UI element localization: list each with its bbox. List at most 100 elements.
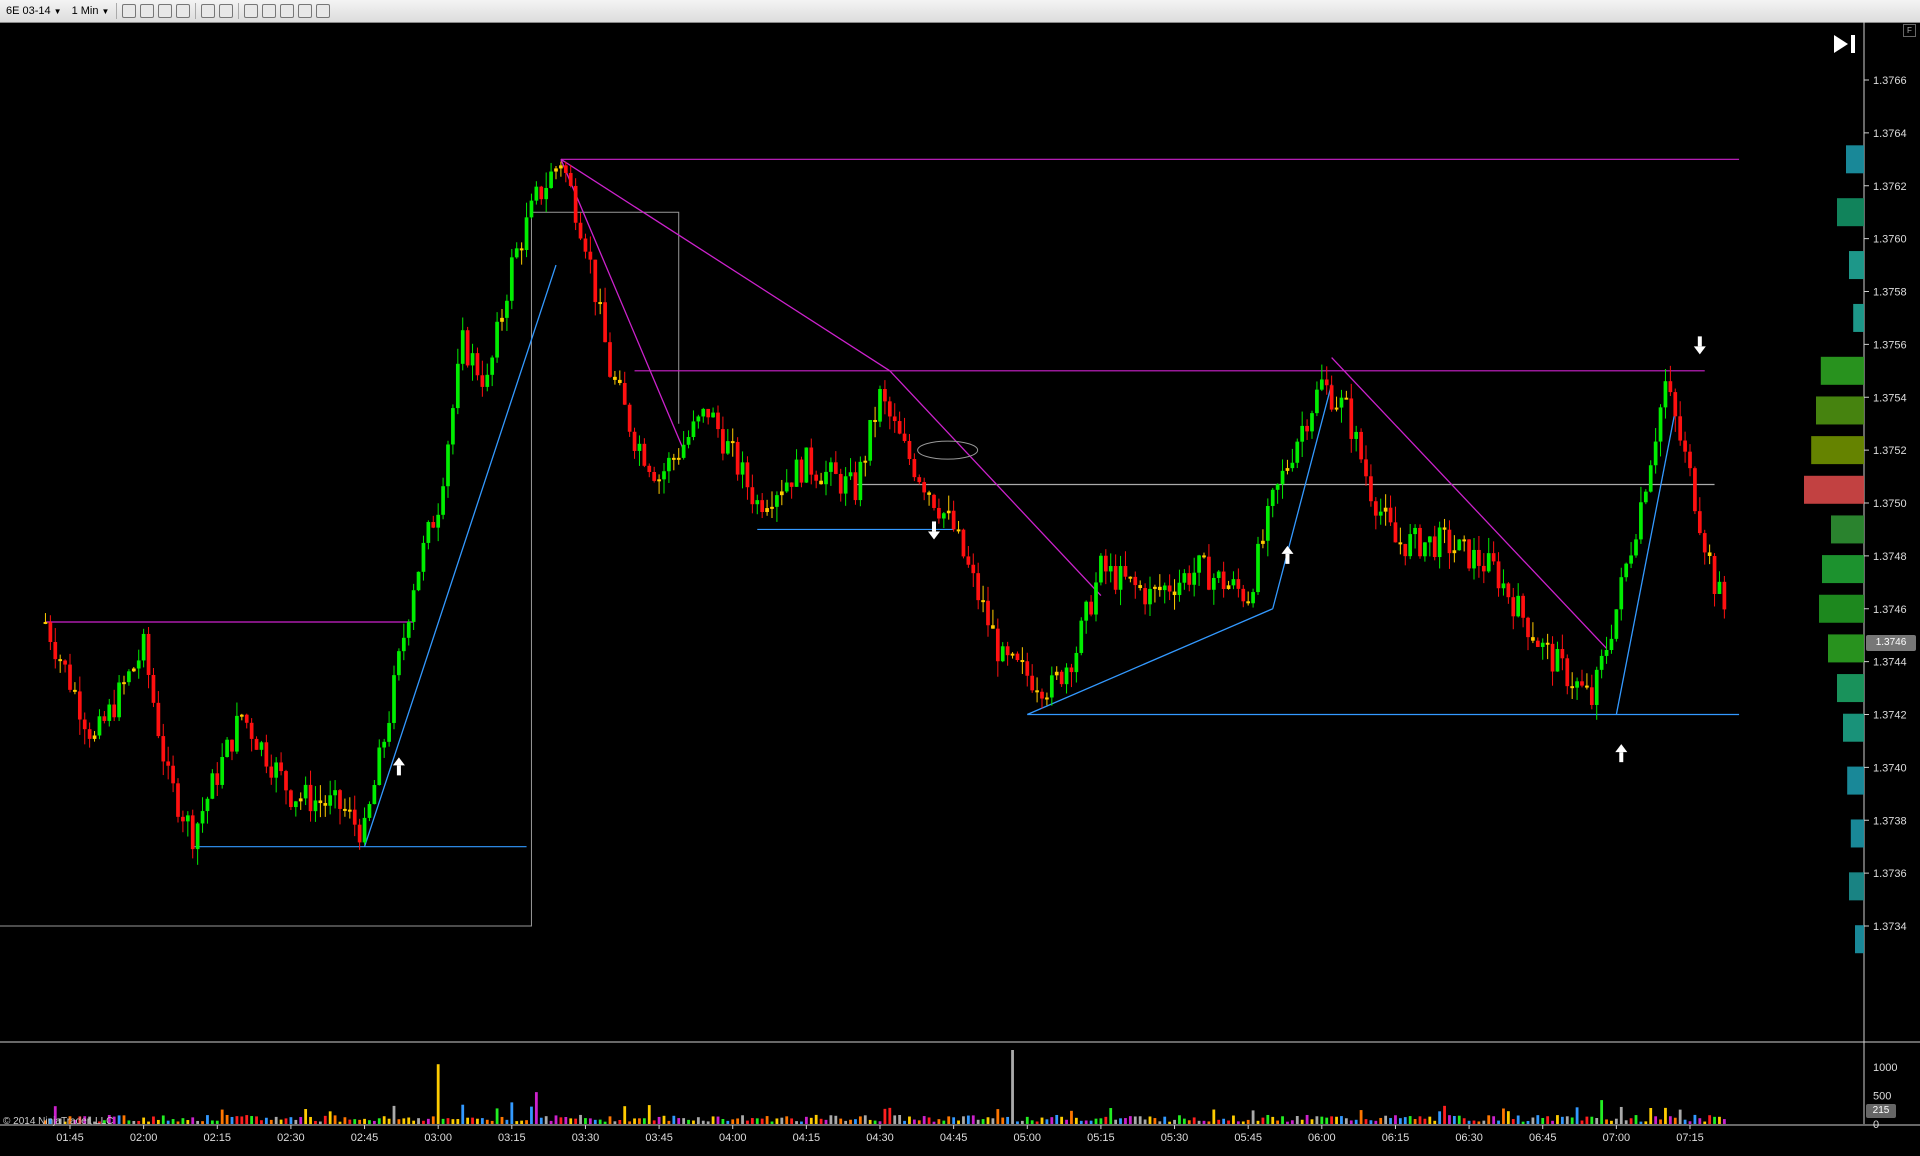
time-axis-label: 07:00 <box>1603 1132 1631 1144</box>
volume-bar <box>1443 1105 1446 1124</box>
volume-bar <box>1526 1120 1530 1124</box>
volume-bar <box>132 1120 136 1124</box>
volume-bar <box>1148 1116 1152 1124</box>
volume-bar <box>922 1116 926 1124</box>
candle-body <box>897 421 902 434</box>
candle-body <box>878 388 882 422</box>
candle-body <box>740 462 745 475</box>
candle-body <box>1197 555 1201 573</box>
volume-bar <box>598 1119 602 1124</box>
price-axis-label: 1.3744 <box>1873 657 1907 669</box>
candle-body <box>1251 592 1255 604</box>
candle-body <box>716 412 720 430</box>
volume-bar <box>1629 1118 1633 1124</box>
candle-body <box>1074 652 1079 673</box>
volume-bar <box>161 1115 165 1124</box>
volume-bar <box>677 1118 681 1124</box>
candle-body <box>1246 601 1251 604</box>
candle-body <box>696 416 701 422</box>
interval-label: 1 Min <box>71 5 99 17</box>
trend-line-2[interactable] <box>560 159 685 451</box>
volume-bar <box>1290 1120 1294 1124</box>
trend-line-1[interactable] <box>889 370 1102 596</box>
price-axis-label: 1.3752 <box>1873 445 1907 457</box>
candle-body <box>559 165 563 169</box>
candle-body <box>1408 534 1413 557</box>
scroll-to-end-icon[interactable] <box>1830 30 1860 58</box>
candle-body <box>1418 527 1422 557</box>
volume-bar <box>981 1119 985 1124</box>
volume-bar <box>1374 1120 1378 1124</box>
candle-body <box>1005 646 1010 656</box>
candle-body <box>185 815 190 822</box>
volume-bar <box>412 1120 416 1124</box>
volume-bar <box>466 1117 470 1124</box>
candle-body <box>652 471 657 481</box>
candle-body <box>1526 617 1530 638</box>
volume-bar <box>117 1115 121 1124</box>
volume-bar <box>1187 1120 1191 1124</box>
volume-bar <box>1448 1115 1451 1124</box>
candle-body <box>1702 533 1707 553</box>
candle-body <box>1437 527 1442 558</box>
volume-bar <box>868 1119 872 1124</box>
window-icon[interactable] <box>316 4 331 18</box>
interval-selector[interactable]: 1 Min ▼ <box>68 2 114 20</box>
volume-bar <box>1664 1107 1667 1124</box>
volume-bar <box>775 1118 779 1124</box>
candle-body <box>465 330 470 366</box>
volume-bar <box>1079 1120 1083 1124</box>
trend-line-7[interactable] <box>1615 410 1676 715</box>
price-axis-label: 1.3756 <box>1873 339 1907 351</box>
chart-properties-icon[interactable] <box>262 4 277 18</box>
volume-bar <box>1610 1120 1613 1124</box>
rectangle-drawing[interactable] <box>0 211 680 927</box>
float-window-icon[interactable]: F <box>1903 24 1916 37</box>
cursor-icon[interactable] <box>201 4 216 18</box>
volume-bar <box>1202 1120 1206 1124</box>
trend-line-3[interactable] <box>1331 357 1608 649</box>
volume-profile-bar <box>1831 515 1864 544</box>
price-chart[interactable]: 1.3766 1.3764 1.3762 1.3760 1.3758 1.3756 1.37… <box>0 22 1920 1156</box>
volume-bar <box>1713 1116 1716 1124</box>
volume-bar <box>588 1118 592 1124</box>
candle-body <box>1707 552 1712 556</box>
candle-body <box>608 342 612 377</box>
volume-bar <box>1236 1121 1240 1124</box>
instrument-label: 6E 03-14 <box>6 5 51 17</box>
volume-bar <box>539 1117 543 1124</box>
volume-bar <box>927 1117 931 1124</box>
data-box-icon[interactable] <box>244 4 259 18</box>
bar-type-icon[interactable] <box>122 4 137 18</box>
time-axis-label: 05:30 <box>1161 1132 1189 1144</box>
candle-body <box>1192 572 1197 585</box>
volume-bar <box>1006 1116 1010 1124</box>
volume-bar <box>638 1118 641 1124</box>
instrument-selector[interactable]: 6E 03-14 ▼ <box>2 2 66 20</box>
pencil-icon[interactable] <box>140 4 155 18</box>
time-axis-label: 02:00 <box>130 1132 158 1144</box>
chart-trader-icon[interactable] <box>280 4 295 18</box>
volume-bar <box>976 1119 980 1124</box>
trend-line-4[interactable] <box>363 264 557 847</box>
candle-body <box>691 421 696 438</box>
candle-body <box>446 444 450 487</box>
strategy-icon[interactable] <box>176 4 191 18</box>
volume-bar <box>785 1116 789 1124</box>
volume-bar <box>1394 1115 1397 1124</box>
candle-body <box>58 659 63 662</box>
trend-line-5[interactable] <box>1027 608 1273 716</box>
zoom-icon[interactable] <box>219 4 234 18</box>
add-indicator-icon[interactable] <box>158 4 173 18</box>
candle-body <box>1285 468 1290 471</box>
ellipse-drawing[interactable] <box>917 440 979 460</box>
volume-bar <box>1266 1114 1270 1124</box>
volume-bar <box>1668 1116 1672 1124</box>
volume-bar <box>1070 1110 1073 1124</box>
volume-bar <box>873 1120 877 1124</box>
volume-bar <box>196 1120 200 1124</box>
cash-icon[interactable] <box>298 4 313 18</box>
volume-profile-bar <box>1846 145 1864 174</box>
candle-body <box>455 363 460 409</box>
volume-bar <box>1384 1115 1388 1124</box>
